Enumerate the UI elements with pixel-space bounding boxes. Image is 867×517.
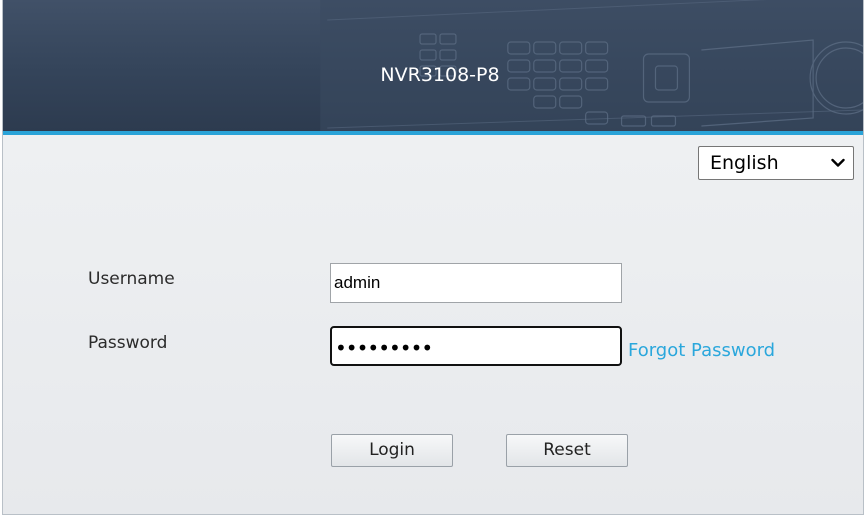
password-label: Password	[88, 333, 168, 353]
device-title: NVR3108-P8	[380, 64, 500, 86]
chevron-down-icon	[831, 158, 845, 167]
reset-button[interactable]: Reset	[506, 434, 628, 467]
language-selected-value: English	[710, 152, 779, 174]
username-label: Username	[88, 269, 175, 289]
header-banner: NVR3108-P8	[3, 0, 863, 131]
forgot-password-link[interactable]: Forgot Password	[628, 340, 775, 361]
login-button[interactable]: Login	[331, 434, 453, 467]
language-select[interactable]: English	[698, 146, 854, 180]
username-input[interactable]	[330, 263, 622, 303]
password-input[interactable]	[330, 326, 622, 366]
